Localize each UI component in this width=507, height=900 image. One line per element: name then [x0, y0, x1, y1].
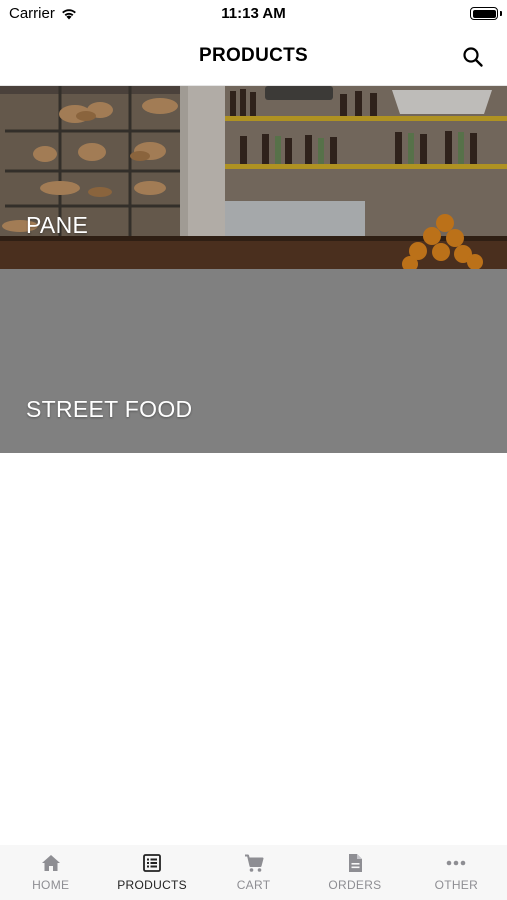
search-button[interactable]: [459, 43, 487, 71]
tab-label: HOME: [32, 878, 70, 892]
page-title: PRODUCTS: [198, 45, 308, 66]
cart-icon: [243, 852, 265, 874]
category-label: PANE: [26, 212, 89, 238]
list-icon: [141, 852, 163, 874]
home-icon: [40, 852, 62, 874]
more-icon: [445, 852, 467, 874]
status-time: 11:13 AM: [221, 5, 286, 22]
nav-header: PRODUCTS: [0, 28, 507, 86]
tab-home[interactable]: HOME: [0, 845, 101, 900]
tab-label: PRODUCTS: [117, 878, 187, 892]
category-card-pane[interactable]: PANE: [0, 86, 507, 269]
tab-label: OTHER: [434, 878, 479, 892]
document-icon: [344, 852, 366, 874]
tab-bar: HOME PRODUCTS CART ORDERS OTHER: [0, 845, 507, 900]
status-bar: Carrier 11:13 AM: [0, 0, 507, 28]
category-list: PANE STREET FOOD: [0, 86, 507, 453]
tab-products[interactable]: PRODUCTS: [101, 845, 202, 900]
tab-cart[interactable]: CART: [203, 845, 304, 900]
battery-cap: [500, 11, 502, 16]
tab-orders[interactable]: ORDERS: [304, 845, 405, 900]
tab-label: CART: [236, 878, 271, 892]
bakery-bar-photo: [0, 86, 507, 269]
tab-other[interactable]: OTHER: [406, 845, 507, 900]
search-icon: [463, 47, 483, 67]
category-card-street-food[interactable]: STREET FOOD: [0, 269, 507, 453]
tab-label: ORDERS: [328, 878, 382, 892]
battery-icon: [470, 7, 498, 20]
category-label: STREET FOOD: [26, 396, 193, 422]
